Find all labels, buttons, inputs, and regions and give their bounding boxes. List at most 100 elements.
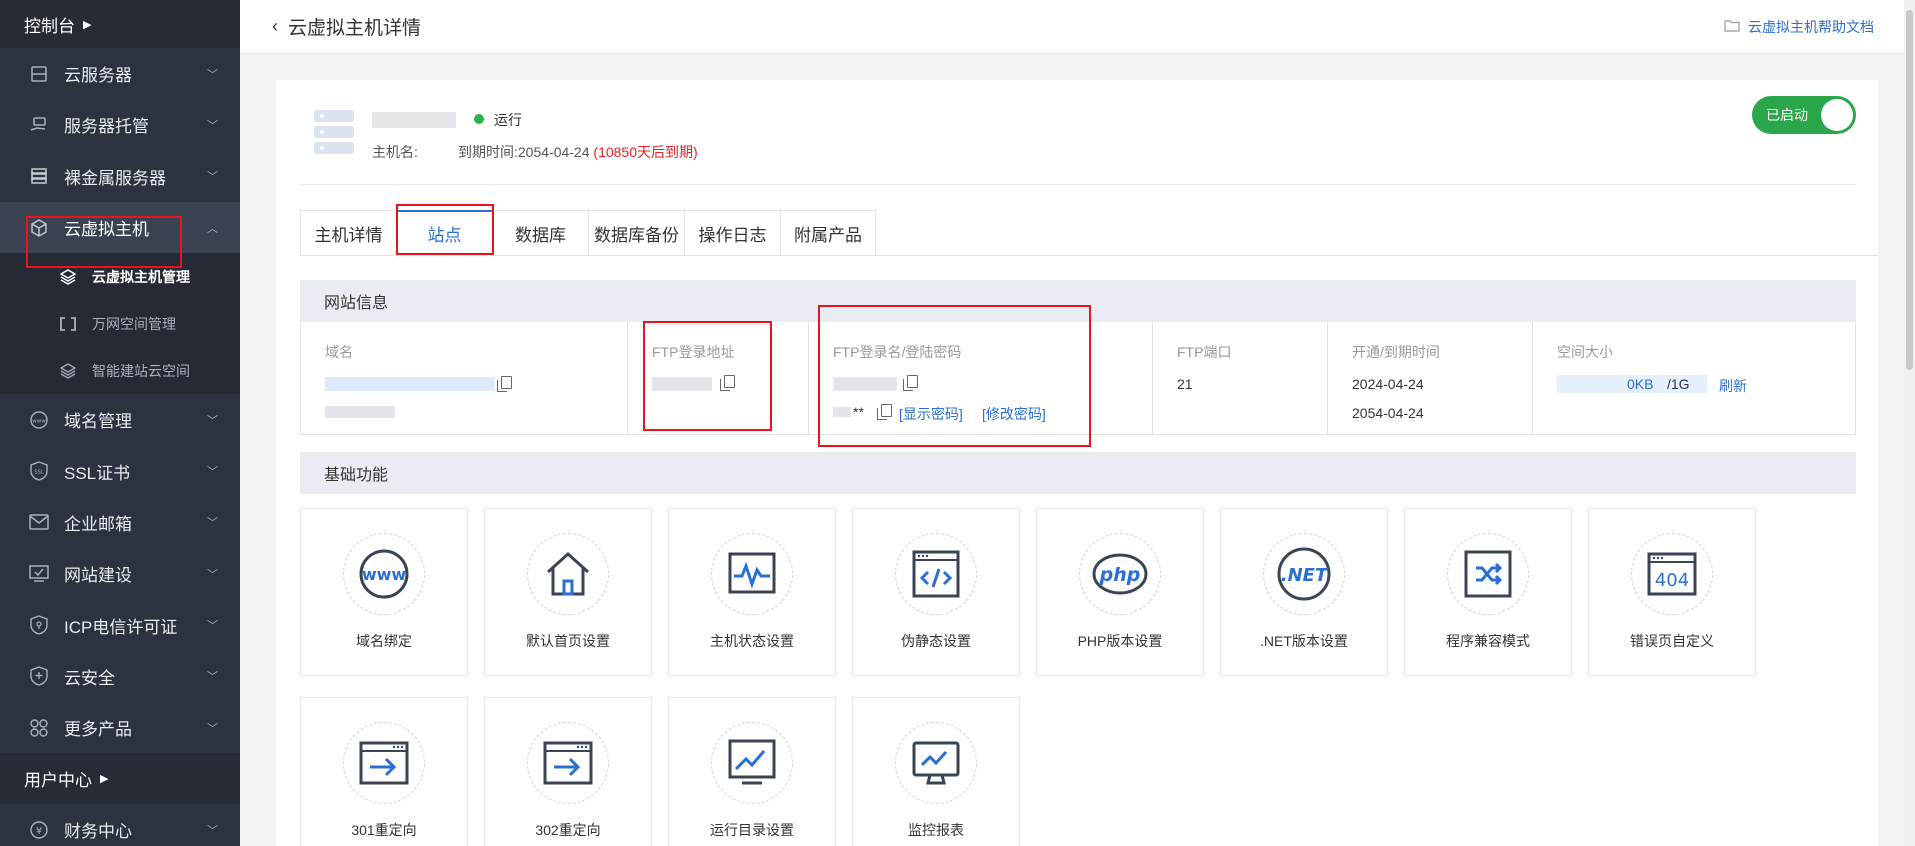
mail-icon bbox=[28, 511, 50, 533]
annotation-box bbox=[818, 305, 1091, 447]
feature-label: 302重定向 bbox=[535, 822, 601, 838]
annotation-box bbox=[643, 321, 772, 431]
feature-compat-mode[interactable]: 程序兼容模式 bbox=[1404, 508, 1572, 676]
feature-default-homepage[interactable]: 默认首页设置 bbox=[484, 508, 652, 676]
feature-label: 错误页自定义 bbox=[1630, 633, 1714, 649]
caret-right-icon: ▶ bbox=[83, 18, 92, 31]
console-link[interactable]: 控制台 ▶ bbox=[0, 0, 240, 48]
status-text: 运行 bbox=[494, 112, 522, 128]
scrollbar-thumb[interactable] bbox=[1906, 10, 1913, 370]
shield-icon bbox=[28, 614, 50, 636]
sidebar-sub-wanwang-space[interactable]: 万网空间管理 bbox=[0, 300, 240, 348]
monitor-chart-icon bbox=[895, 722, 977, 804]
chevron-down-icon: ﹀ bbox=[207, 171, 218, 184]
sidebar-item-website-build[interactable]: 网站建设 ﹀ bbox=[0, 548, 240, 599]
sidebar-item-more-products[interactable]: 更多产品 ﹀ bbox=[0, 702, 240, 753]
ftp-port-label: FTP端口 bbox=[1177, 344, 1232, 360]
tab-operation-log[interactable]: 操作日志 bbox=[684, 210, 780, 256]
svg-text:php: php bbox=[1099, 564, 1141, 586]
chevron-down-icon: ﹀ bbox=[207, 671, 218, 684]
tab-host-detail[interactable]: 主机详情 bbox=[300, 210, 396, 256]
page-header: ‹ 云虚拟主机详情 云虚拟主机帮助文档 bbox=[240, 0, 1904, 54]
back-arrow-icon[interactable]: ‹ bbox=[272, 16, 278, 37]
feature-label: 运行目录设置 bbox=[710, 822, 794, 838]
feature-301-redirect[interactable]: 301重定向 bbox=[300, 697, 468, 846]
sidebar-item-label: 云服务器 bbox=[64, 66, 132, 86]
main-card: 运行 主机名: 到期时间:2054-04-24 (10850天后到期) 已启动 … bbox=[276, 80, 1878, 846]
php-icon: php bbox=[1079, 533, 1161, 615]
sidebar-item-label: 域名管理 bbox=[64, 412, 132, 432]
tab-label: 数据库备份 bbox=[594, 225, 679, 245]
feature-pseudo-static[interactable]: 伪静态设置 bbox=[852, 508, 1020, 676]
copy-icon[interactable] bbox=[497, 376, 512, 392]
tab-label: 数据库 bbox=[515, 225, 566, 245]
open-date: 2024-04-24 bbox=[1352, 376, 1424, 392]
yen-icon: ¥ bbox=[28, 819, 50, 841]
section-title: 网站信息 bbox=[324, 295, 389, 312]
chevron-down-icon: ﹀ bbox=[207, 722, 218, 735]
detail-tabs: 主机详情 站点 数据库 数据库备份 操作日志 附属产品 bbox=[300, 210, 876, 256]
feature-host-status[interactable]: 主机状态设置 bbox=[668, 508, 836, 676]
chevron-down-icon: ﹀ bbox=[207, 517, 218, 530]
sidebar-sub-smart-site[interactable]: 智能建站云空间 bbox=[0, 347, 240, 395]
shuffle-icon bbox=[1447, 533, 1529, 615]
sidebar-item-bare-metal[interactable]: 裸金属服务器 ﹀ bbox=[0, 151, 240, 202]
pulse-icon bbox=[711, 533, 793, 615]
tab-database[interactable]: 数据库 bbox=[492, 210, 588, 256]
dotnet-icon: .NET bbox=[1263, 533, 1345, 615]
feature-domain-binding[interactable]: www 域名绑定 bbox=[300, 508, 468, 676]
space-column: 空间大小 0KB /1G 刷新 bbox=[1533, 322, 1856, 434]
expire-date-value: 2054-04-24 bbox=[1352, 405, 1424, 421]
space-label: 空间大小 bbox=[1557, 344, 1613, 360]
feature-php-version[interactable]: php PHP版本设置 bbox=[1036, 508, 1204, 676]
rack-icon bbox=[28, 165, 50, 187]
caret-right-icon: ▶ bbox=[100, 773, 109, 786]
sidebar-sub-label: 云虚拟主机管理 bbox=[92, 268, 190, 285]
chevron-down-icon: ﹀ bbox=[207, 68, 218, 81]
annotation-box bbox=[396, 204, 494, 255]
domain-value-redacted bbox=[325, 406, 395, 418]
expire-remaining: (10850天后到期) bbox=[593, 144, 698, 160]
sidebar-item-cloud-security[interactable]: 云安全 ﹀ bbox=[0, 651, 240, 702]
www-icon: www bbox=[343, 533, 425, 615]
feature-monitor-report[interactable]: 监控报表 bbox=[852, 697, 1020, 846]
sidebar-item-ssl[interactable]: SSL SSL证书 ﹀ bbox=[0, 445, 240, 496]
space-total: /1G bbox=[1667, 376, 1690, 392]
scrollbar[interactable] bbox=[1904, 0, 1915, 846]
host-power-toggle[interactable]: 已启动 bbox=[1752, 96, 1856, 134]
sidebar-item-domain[interactable]: www 域名管理 ﹀ bbox=[0, 394, 240, 445]
feature-label: 主机状态设置 bbox=[710, 633, 794, 649]
sidebar-item-label: 裸金属服务器 bbox=[64, 168, 166, 188]
sidebar-item-label: 企业邮箱 bbox=[64, 514, 132, 534]
feature-run-directory[interactable]: 运行目录设置 bbox=[668, 697, 836, 846]
sidebar-item-hosting[interactable]: 服务器托管 ﹀ bbox=[0, 99, 240, 150]
refresh-link[interactable]: 刷新 bbox=[1719, 376, 1747, 396]
sidebar-sub-label: 万网空间管理 bbox=[92, 315, 176, 332]
svg-text:SSL: SSL bbox=[34, 470, 43, 476]
help-doc-label: 云虚拟主机帮助文档 bbox=[1748, 18, 1874, 35]
sidebar-item-finance[interactable]: ¥ 财务中心 ﹀ bbox=[0, 804, 240, 846]
chevron-down-icon: ﹀ bbox=[207, 568, 218, 581]
host-name-redacted bbox=[372, 112, 456, 128]
feature-302-redirect[interactable]: 302重定向 bbox=[484, 697, 652, 846]
dates-label: 开通/到期时间 bbox=[1352, 344, 1440, 360]
expire-date: 到期时间:2054-04-24 bbox=[458, 144, 590, 160]
bracket-icon bbox=[58, 316, 78, 331]
svg-text:.NET: .NET bbox=[1281, 565, 1329, 586]
tab-database-backup[interactable]: 数据库备份 bbox=[588, 210, 684, 256]
sidebar-item-label: 财务中心 bbox=[64, 822, 132, 842]
sidebar-item-cloud-server[interactable]: 云服务器 ﹀ bbox=[0, 48, 240, 99]
sidebar-item-label: ICP电信许可证 bbox=[64, 617, 178, 637]
help-doc-link[interactable]: 云虚拟主机帮助文档 bbox=[1724, 17, 1874, 37]
tab-attached-products[interactable]: 附属产品 bbox=[780, 210, 876, 256]
sidebar-item-mail[interactable]: 企业邮箱 ﹀ bbox=[0, 497, 240, 548]
feature-error-page[interactable]: 404 错误页自定义 bbox=[1588, 508, 1756, 676]
sidebar-item-icp[interactable]: ICP电信许可证 ﹀ bbox=[0, 599, 240, 650]
page-title: 云虚拟主机详情 bbox=[288, 18, 422, 39]
feature-dotnet-version[interactable]: .NET .NET版本设置 bbox=[1220, 508, 1388, 676]
toggle-label: 已启动 bbox=[1766, 107, 1808, 123]
tab-label: 附属产品 bbox=[794, 225, 862, 245]
shield-plus-icon bbox=[28, 665, 50, 687]
user-center-link[interactable]: 用户中心 ▶ bbox=[0, 753, 240, 805]
console-label: 控制台 bbox=[24, 16, 75, 36]
